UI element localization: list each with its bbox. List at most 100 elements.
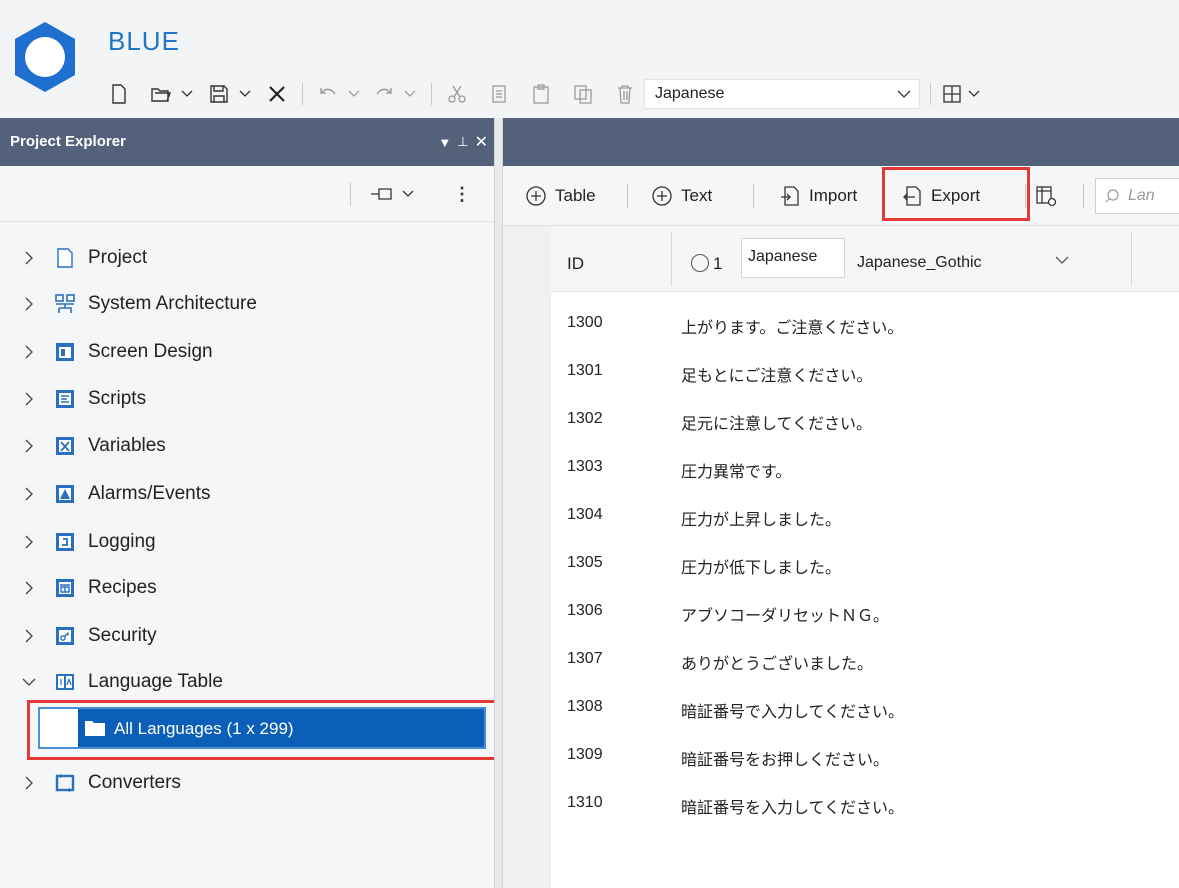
undo-button[interactable]: [313, 79, 343, 109]
chevron-down-icon: [181, 90, 193, 97]
table-row[interactable]: 1300 上がります。ご注意ください。: [551, 298, 1179, 346]
chevron-right-icon[interactable]: [22, 581, 36, 595]
tree-item-system-architecture[interactable]: System Architecture: [0, 284, 494, 324]
row-text-cell[interactable]: 上がります。ご注意ください。: [681, 314, 903, 338]
column-header-id[interactable]: ID: [567, 254, 584, 274]
undo-icon: [320, 88, 336, 95]
row-id-cell[interactable]: 1303: [567, 458, 603, 476]
table-row[interactable]: 1301 足もとにご注意ください。: [551, 346, 1179, 394]
pin-icon[interactable]: ⊥: [457, 134, 468, 150]
table-row[interactable]: 1303 圧力異常です。: [551, 442, 1179, 490]
chevron-right-icon[interactable]: [22, 251, 36, 265]
delete-button[interactable]: [610, 79, 640, 109]
table-row[interactable]: 1308 暗証番号で入力してください。: [551, 682, 1179, 730]
redo-dropdown[interactable]: [399, 79, 421, 109]
converters-icon: [54, 772, 76, 794]
undo-dropdown[interactable]: [343, 79, 365, 109]
tree-item-project[interactable]: Project: [0, 238, 494, 278]
save-button[interactable]: [204, 79, 234, 109]
chevron-right-icon[interactable]: [22, 297, 36, 311]
row-id-cell[interactable]: 1308: [567, 698, 603, 716]
row-text-cell[interactable]: アブソコーダリセットＮＧ。: [681, 602, 889, 626]
chevron-down-icon[interactable]: [1055, 256, 1069, 265]
close-button[interactable]: [262, 79, 292, 109]
table-row[interactable]: 1307 ありがとうございました。: [551, 634, 1179, 682]
column-language-name[interactable]: Japanese: [741, 238, 845, 278]
row-id-cell[interactable]: 1310: [567, 794, 603, 812]
chevron-right-icon[interactable]: [22, 629, 36, 643]
variables-icon: [54, 435, 76, 457]
table-row[interactable]: 1310 暗証番号を入力してください。: [551, 778, 1179, 826]
row-id-cell[interactable]: 1305: [567, 554, 603, 572]
chevron-right-icon[interactable]: [22, 487, 36, 501]
row-text-cell[interactable]: 暗証番号で入力してください。: [681, 698, 904, 722]
close-icon: [269, 86, 285, 102]
row-text-cell[interactable]: 足もとにご注意ください。: [681, 362, 872, 386]
row-id-cell[interactable]: 1307: [567, 650, 603, 668]
chevron-right-icon[interactable]: [22, 776, 36, 790]
table-row[interactable]: 1309 暗証番号をお押しください。: [551, 730, 1179, 778]
paste-button[interactable]: [526, 79, 556, 109]
dock-options-button[interactable]: [364, 182, 420, 206]
row-text-cell[interactable]: 暗証番号を入力してください。: [681, 794, 904, 818]
duplicate-button[interactable]: [568, 79, 598, 109]
chevron-right-icon[interactable]: [22, 345, 36, 359]
tree-item-logging[interactable]: Logging: [0, 522, 494, 562]
row-text-cell[interactable]: ありがとうございました。: [681, 650, 873, 674]
close-panel-icon[interactable]: ✕: [475, 132, 488, 152]
title-bar: BLUE Japanese: [0, 0, 1179, 118]
tree-item-alarms-events[interactable]: Alarms/Events: [0, 474, 494, 514]
layout-dropdown[interactable]: [963, 79, 985, 109]
row-id-cell[interactable]: 1300: [567, 314, 603, 332]
tree-item-security[interactable]: Security: [0, 616, 494, 656]
save-icon: [210, 85, 228, 103]
row-id-cell[interactable]: 1301: [567, 362, 603, 380]
row-id-cell[interactable]: 1306: [567, 602, 603, 620]
chevron-right-icon[interactable]: [22, 535, 36, 549]
table-row[interactable]: 1306 アブソコーダリセットＮＧ。: [551, 586, 1179, 634]
row-id-cell[interactable]: 1304: [567, 506, 603, 524]
table-row[interactable]: 1304 圧力が上昇しました。: [551, 490, 1179, 538]
row-text-cell[interactable]: 暗証番号をお押しください。: [681, 746, 889, 770]
tree-item-scripts[interactable]: Scripts: [0, 379, 494, 419]
more-options-icon[interactable]: ⋮: [452, 182, 472, 206]
row-id-cell[interactable]: 1302: [567, 410, 603, 428]
row-text-cell[interactable]: 足元に注意してください。: [681, 410, 872, 434]
copy-icon: [492, 85, 506, 103]
import-label: Import: [809, 186, 858, 205]
add-table-button[interactable]: Table: [517, 178, 604, 214]
search-input[interactable]: Lan: [1095, 178, 1179, 214]
tree-item-converters[interactable]: Converters: [0, 763, 494, 803]
panel-splitter[interactable]: [494, 118, 503, 888]
add-text-button[interactable]: Text: [643, 178, 720, 214]
redo-icon: [376, 88, 392, 95]
cut-button[interactable]: [442, 79, 472, 109]
table-row[interactable]: 1305 圧力が低下しました。: [551, 538, 1179, 586]
chevron-down-icon[interactable]: [22, 675, 36, 689]
row-id-cell[interactable]: 1309: [567, 746, 603, 764]
language-radio[interactable]: [691, 254, 709, 272]
language-select[interactable]: Japanese: [644, 79, 920, 109]
tree-item-recipes[interactable]: Recipes: [0, 568, 494, 608]
redo-button[interactable]: [369, 79, 399, 109]
table-row[interactable]: 1302 足元に注意してください。: [551, 394, 1179, 442]
panel-menu-icon[interactable]: ▼: [438, 135, 451, 150]
tree-item-variables[interactable]: Variables: [0, 426, 494, 466]
row-text-cell[interactable]: 圧力異常です。: [681, 458, 791, 482]
new-file-button[interactable]: [104, 79, 134, 109]
row-text-cell[interactable]: 圧力が上昇しました。: [681, 506, 841, 530]
open-dropdown[interactable]: [176, 79, 198, 109]
chevron-right-icon[interactable]: [22, 392, 36, 406]
import-button[interactable]: Import: [771, 178, 865, 214]
chevron-down-icon: [239, 90, 251, 97]
layout-button[interactable]: [941, 79, 963, 109]
table-settings-button[interactable]: [1031, 178, 1061, 214]
save-dropdown[interactable]: [234, 79, 256, 109]
copy-button[interactable]: [484, 79, 514, 109]
tree-item-label: Scripts: [88, 388, 147, 409]
row-text-cell[interactable]: 圧力が低下しました。: [681, 554, 841, 578]
tree-item-language-table[interactable]: Language Table: [0, 662, 494, 702]
tree-item-screen-design[interactable]: Screen Design: [0, 332, 494, 372]
chevron-right-icon[interactable]: [22, 439, 36, 453]
open-button[interactable]: [146, 79, 176, 109]
